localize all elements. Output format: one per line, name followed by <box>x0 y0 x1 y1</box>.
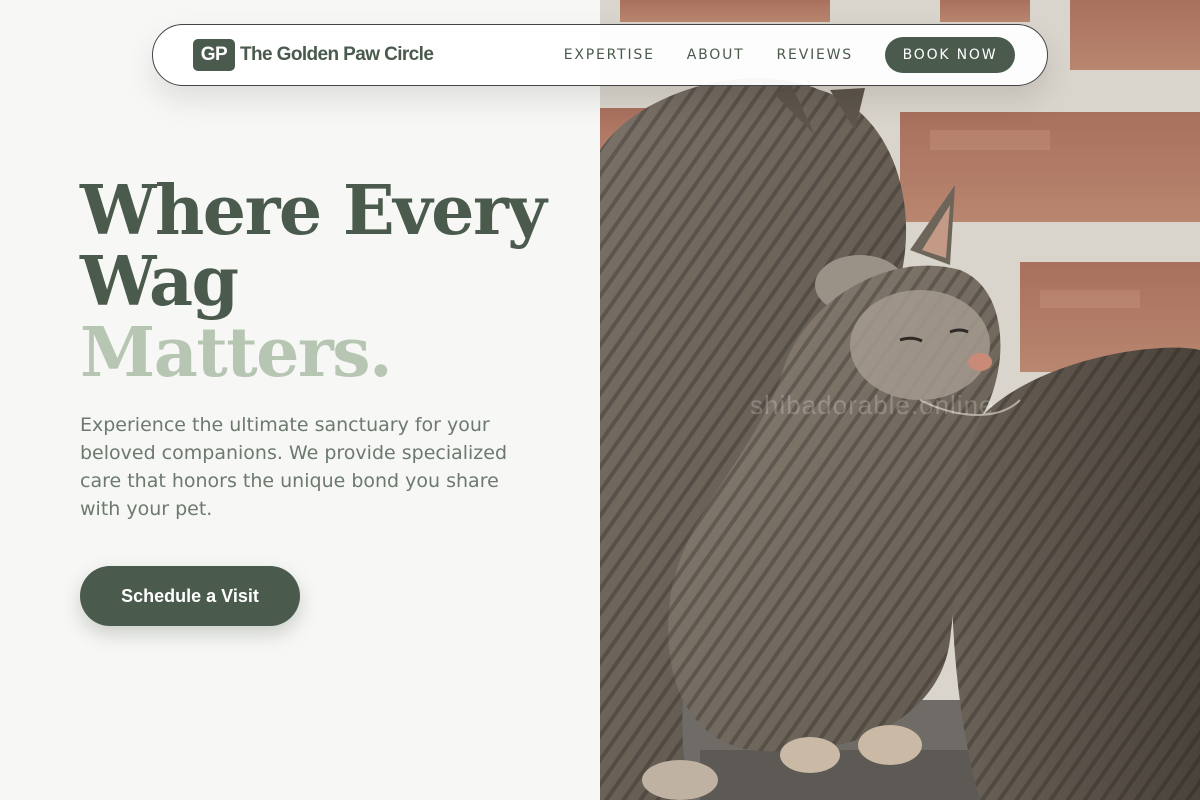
cats-illustration <box>600 0 1200 800</box>
hero-title-main: Where Every Wag <box>80 171 547 322</box>
hero-title-accent: Matters. <box>80 313 393 393</box>
brand-badge: GP <box>193 39 235 71</box>
hero-title: Where Every Wag Matters. <box>80 176 550 389</box>
top-navigation: GP The Golden Paw Circle EXPERTISE ABOUT… <box>152 24 1048 86</box>
schedule-visit-button[interactable]: Schedule a Visit <box>80 566 300 626</box>
book-now-button[interactable]: BOOK NOW <box>885 37 1015 73</box>
nav-link-about[interactable]: ABOUT <box>687 47 745 63</box>
nav-link-expertise[interactable]: EXPERTISE <box>564 47 655 63</box>
brand-logo[interactable]: GP The Golden Paw Circle <box>193 39 434 71</box>
brand-name: The Golden Paw Circle <box>240 44 434 65</box>
hero-section: Where Every Wag Matters. Experience the … <box>80 176 550 523</box>
hero-description: Experience the ultimate sanctuary for yo… <box>80 414 508 520</box>
nav-links: EXPERTISE ABOUT REVIEWS BOOK NOW <box>564 37 1015 73</box>
nav-link-reviews[interactable]: REVIEWS <box>777 47 853 63</box>
hero-photo: shibadorable.online <box>600 0 1200 800</box>
